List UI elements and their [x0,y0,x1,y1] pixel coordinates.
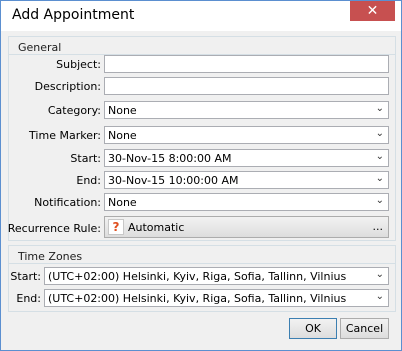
end-time-zone-select[interactable]: (UTC+02:00) Helsinki, Kyiv, Riga, Sofia,… [44,289,389,307]
chevron-down-icon: ⌄ [375,103,384,114]
notification-value: None [108,196,137,209]
end-datetime-picker[interactable]: 30-Nov-15 10:00:00 AM ⌄ [104,171,389,189]
recurrence-rule-label: Recurrence Rule: [7,222,101,235]
recurrence-rule-value: Automatic [128,221,185,234]
chevron-down-icon: ⌄ [375,195,384,206]
end-value: 30-Nov-15 10:00:00 AM [108,174,239,187]
dialog-title: Add Appointment [12,7,135,23]
chevron-down-icon: ⌄ [375,173,384,184]
recurrence-rule-button[interactable]: ? Automatic ... [104,216,389,238]
help-icon: ? [108,219,124,235]
start-time-zone-select[interactable]: (UTC+02:00) Helsinki, Kyiv, Riga, Sofia,… [44,267,389,285]
notification-label: Notification: [34,196,101,209]
category-label: Category: [47,104,101,117]
time-marker-select[interactable]: None ⌄ [104,126,389,144]
start-value: 30-Nov-15 8:00:00 AM [108,152,232,165]
ellipsis-icon: ... [372,220,384,233]
subject-input[interactable] [104,55,389,73]
chevron-down-icon: ⌄ [375,151,384,162]
time-marker-value: None [108,129,137,142]
time-marker-label: Time Marker: [29,129,101,142]
close-button[interactable]: ✕ [350,1,395,21]
chevron-down-icon: ⌄ [375,291,384,302]
time-zones-group-header: Time Zones [18,250,83,263]
start-label: Start: [70,152,101,165]
close-icon: ✕ [366,3,379,19]
notification-select[interactable]: None ⌄ [104,193,389,211]
description-input[interactable] [104,77,389,95]
end-time-zone-label: End: [16,292,41,305]
end-label: End: [76,174,101,187]
start-time-zone-label: Start: [10,270,41,283]
chevron-down-icon: ⌄ [375,269,384,280]
time-zones-group: Time Zones Start: (UTC+02:00) Helsinki, … [8,245,396,312]
subject-label: Subject: [56,58,101,71]
chevron-down-icon: ⌄ [375,128,384,139]
cancel-button[interactable]: Cancel [340,318,389,339]
category-select[interactable]: None ⌄ [104,101,389,119]
general-group-header: General [18,41,62,54]
start-time-zone-value: (UTC+02:00) Helsinki, Kyiv, Riga, Sofia,… [48,270,347,283]
description-label: Description: [34,80,101,93]
add-appointment-dialog: Add Appointment ✕ General Subject: Descr… [0,0,402,351]
dialog-body: General Subject: Description: Category: … [1,31,401,350]
title-bar: Add Appointment ✕ [1,1,401,31]
end-time-zone-value: (UTC+02:00) Helsinki, Kyiv, Riga, Sofia,… [48,292,347,305]
ok-button[interactable]: OK [289,318,337,339]
general-group: General Subject: Description: Category: … [8,36,396,241]
divider [9,263,395,264]
category-value: None [108,104,137,117]
start-datetime-picker[interactable]: 30-Nov-15 8:00:00 AM ⌄ [104,149,389,167]
